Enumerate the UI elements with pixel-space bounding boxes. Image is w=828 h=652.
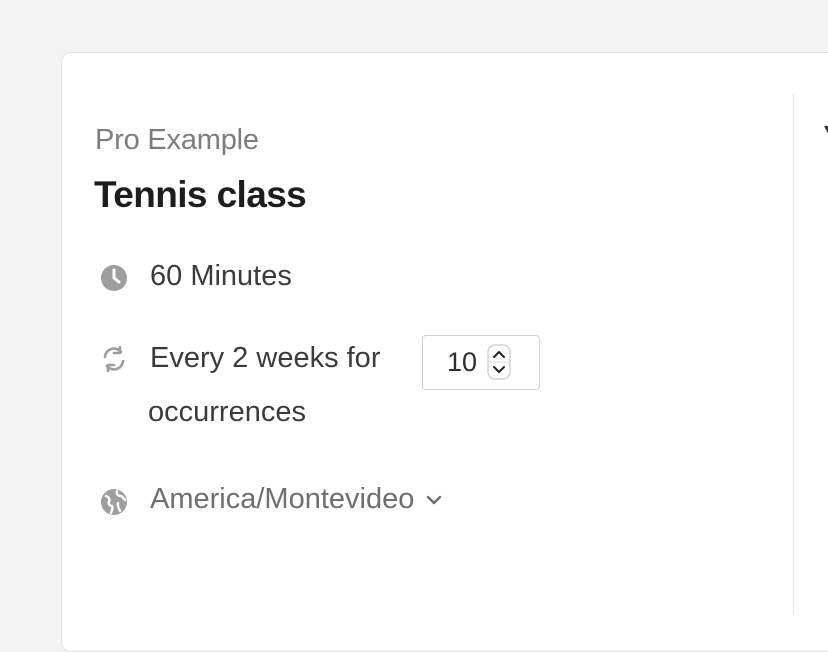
chevron-down-icon[interactable] (426, 494, 442, 506)
recurrence-text: Every 2 weeks for (150, 342, 381, 374)
globe-icon (101, 489, 127, 515)
refresh-icon (103, 345, 125, 373)
spin-buttons[interactable] (487, 344, 513, 380)
right-panel-edge: ▾ (824, 120, 828, 136)
timezone-value[interactable]: America/Montevideo (150, 483, 414, 516)
duration-text: 60 Minutes (150, 260, 292, 292)
event-owner: Pro Example (95, 124, 259, 156)
panel-divider (793, 94, 794, 614)
occurrences-stepper[interactable]: 10 (422, 335, 540, 390)
occurrences-value[interactable]: 10 (447, 347, 477, 378)
clock-icon (101, 265, 127, 291)
timezone-select[interactable]: America/Montevideo (150, 483, 442, 516)
event-title: Tennis class (94, 174, 307, 215)
occurrences-label: occurrences (148, 396, 306, 428)
